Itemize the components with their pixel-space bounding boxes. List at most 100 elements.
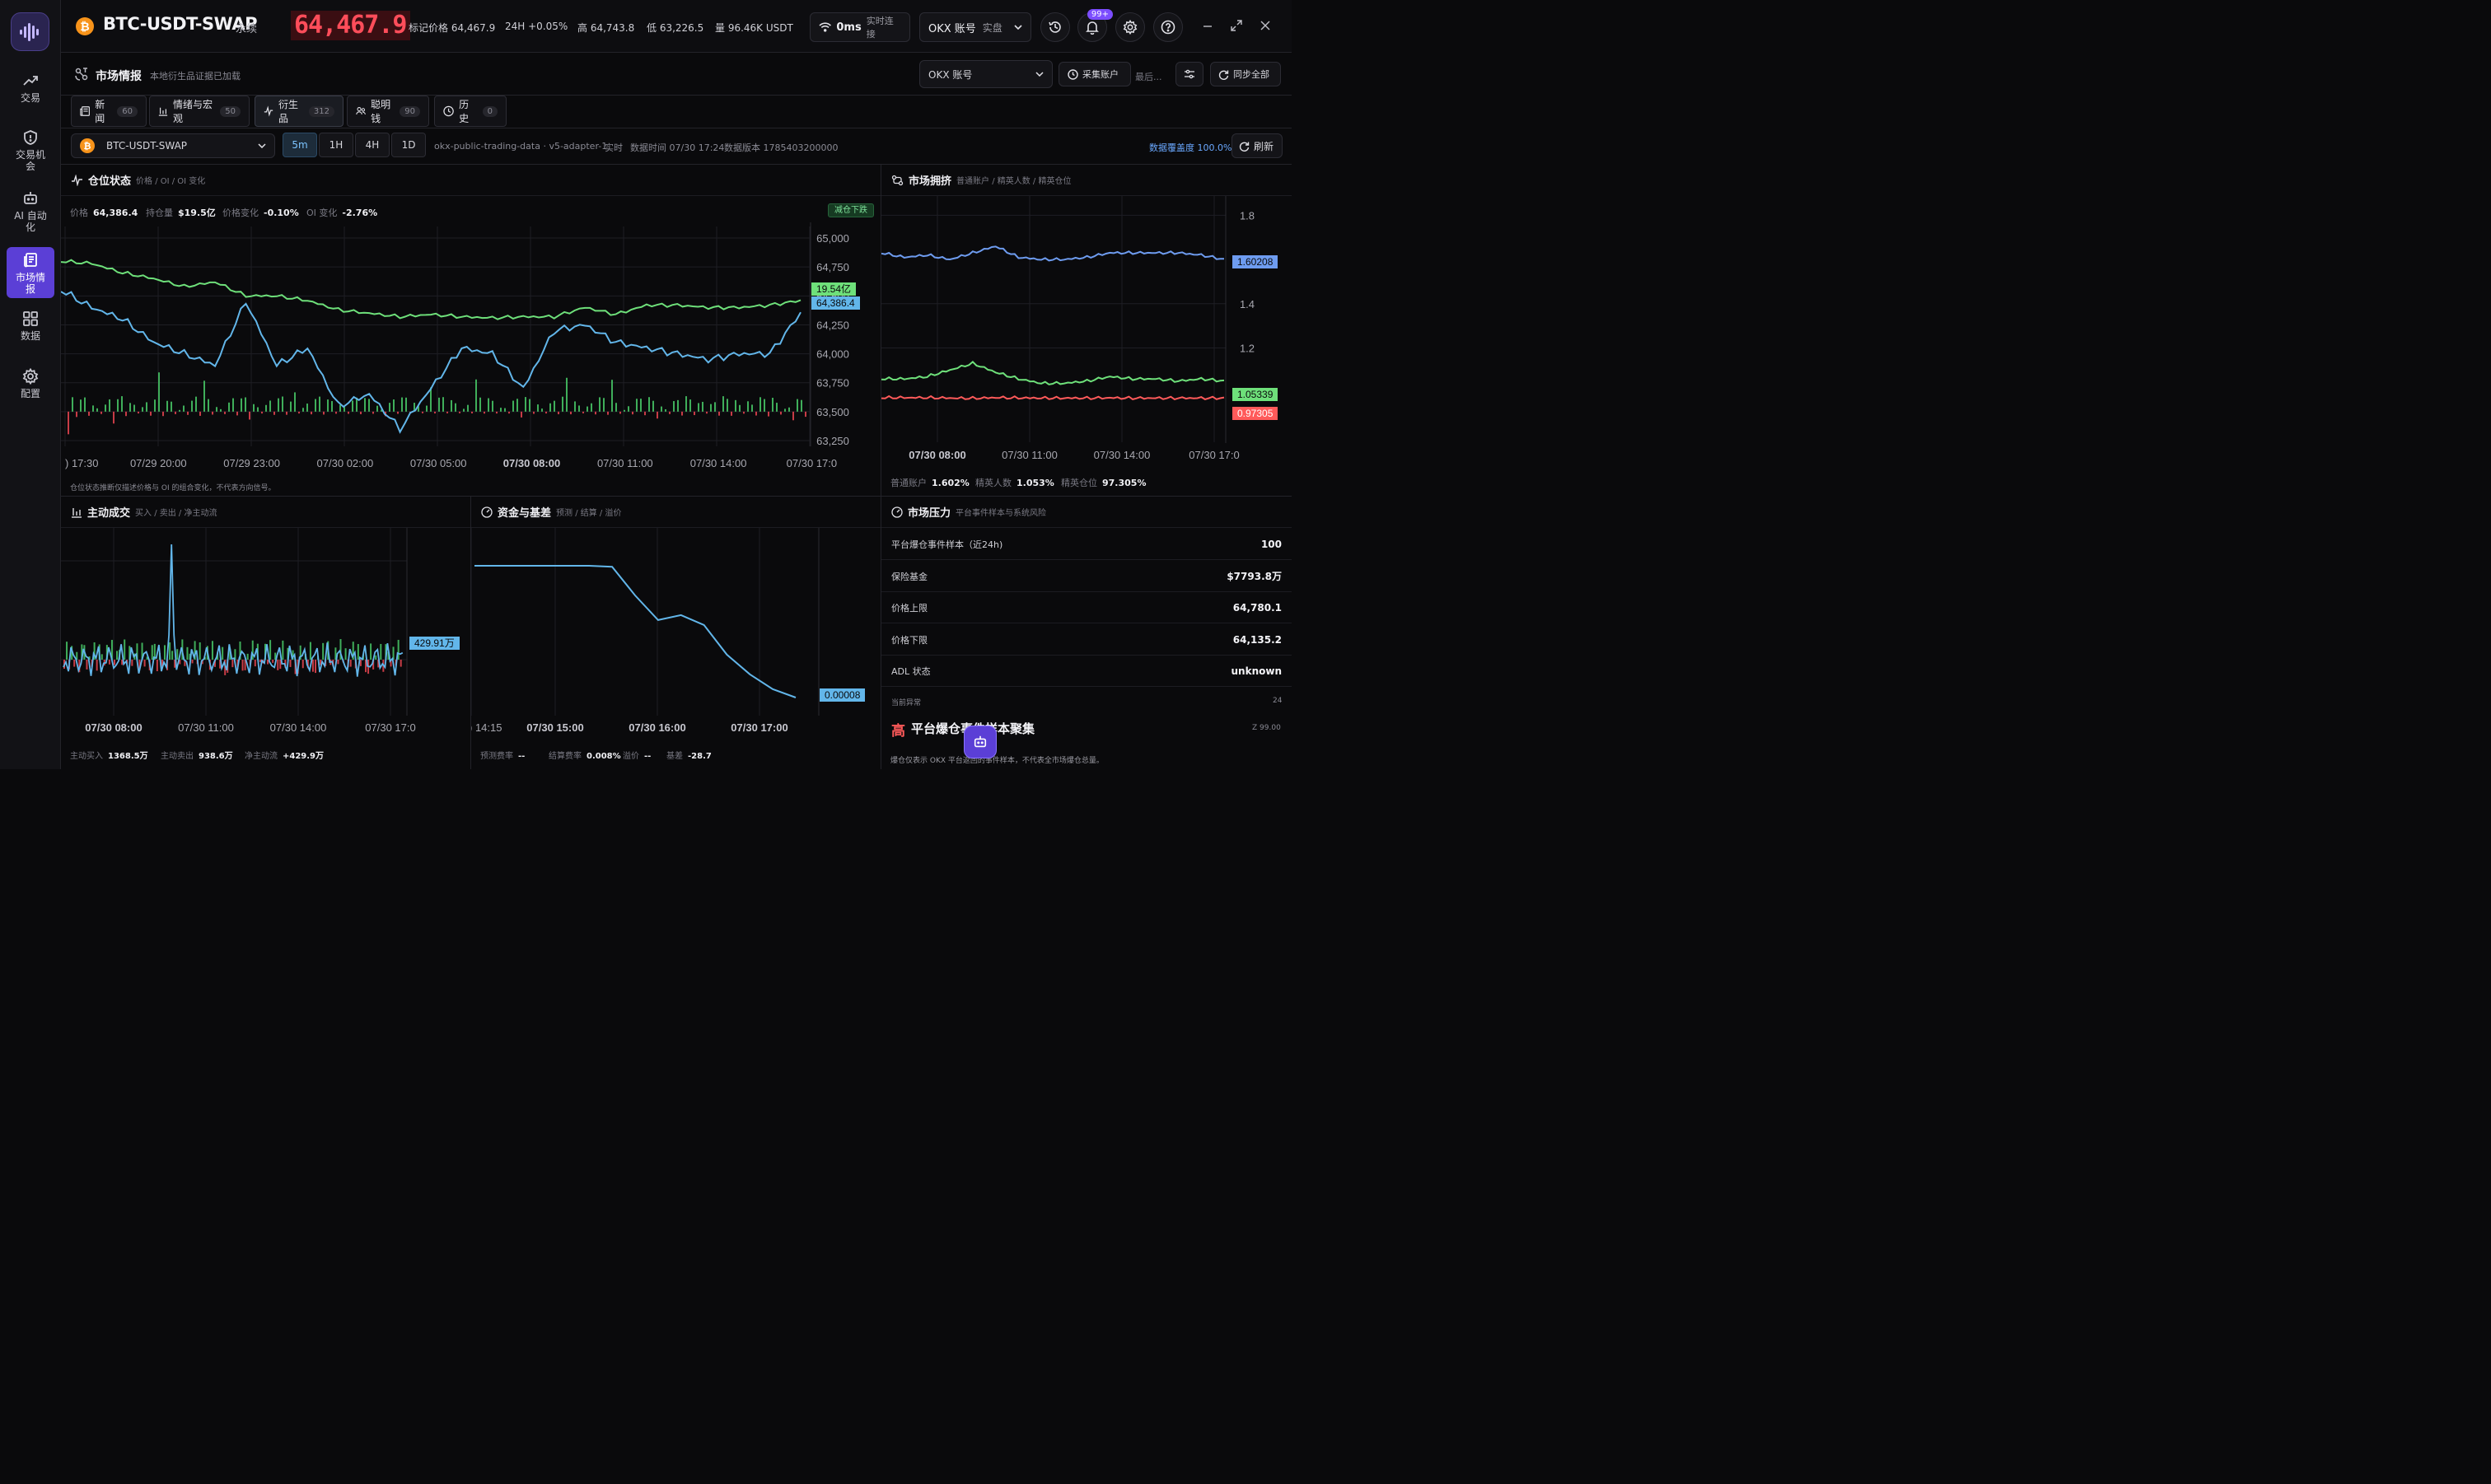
volume-bar [521,411,522,418]
volume-bar [397,411,399,414]
symbol-select-label: BTC-USDT-SWAP [106,140,188,152]
volume-bar [105,404,106,412]
y-tick-label: 64,750 [816,261,849,273]
volume-bar [364,398,366,412]
tab-history[interactable]: 历史 0 [434,96,507,127]
sidebar-item-trade[interactable]: 交易 [7,72,54,104]
x-tick-label: 07/30 14:00 [1094,449,1151,461]
volume-bar [265,404,267,412]
sidebar-label: 交易机会 [15,149,45,172]
volume-bar [533,411,535,414]
net-flow-tag: 429.91万 [409,637,460,650]
tab-label: 新闻 [95,99,105,124]
tab-smart-money[interactable]: 聪明钱 90 [347,96,429,127]
flow-bar [176,649,179,660]
sidebar-item-config[interactable]: 配置 [7,368,54,399]
symbol-title[interactable]: BTC-USDT-SWAP [103,14,258,34]
volume-bar [488,398,489,412]
panel-subtitle: 预测 / 结算 / 溢价 [556,509,622,518]
minimize-icon[interactable] [1203,20,1213,31]
notification-badge: 99+ [1087,9,1113,20]
flow-bar [241,660,244,671]
volume-bar [261,411,263,414]
history-button[interactable] [1040,12,1070,42]
flow-bar [164,645,166,660]
panel-title: 市场拥挤 [909,175,952,188]
help-button[interactable] [1153,12,1183,42]
kv-key: 价格 [70,208,88,218]
flow-bar [116,651,119,660]
volume-bar [463,408,465,412]
flow-bar [211,641,213,660]
tab-derivatives[interactable]: 衍生品 312 [255,96,344,127]
page-subtitle: 本地衍生品证据已加载 [150,71,241,82]
flow-bar [337,660,339,665]
volume-bar [323,411,325,415]
volume-bar [587,406,588,412]
panel-title: 仓位状态 [88,175,132,188]
sidebar-label: AI 自动化 [14,210,47,233]
sliders-icon [1185,69,1194,79]
timeframe-1h[interactable]: 1H [319,133,353,157]
tab-news[interactable]: 新闻 60 [71,96,147,127]
volume-bar [805,411,806,418]
assistant-button[interactable] [964,726,997,758]
volume-bar [541,408,543,412]
y-tick-label: 1.4 [1240,298,1255,310]
sidebar-label: 配置 [20,388,40,399]
sidebar-item-data[interactable]: 数据 [7,310,54,342]
settings-button[interactable] [1115,12,1145,42]
row-value: 64,135.2 [1232,633,1282,646]
kv-basis: 基差 -28.7 [666,749,712,761]
account-select[interactable]: OKX 账号 实盘 [919,12,1031,42]
basis-value-tag: 0.00008 [820,688,866,702]
news-icon [80,106,90,116]
flow-bar [171,651,174,660]
symbol-select[interactable]: ₿ BTC-USDT-SWAP [71,133,275,158]
sidebar-item-opportunity[interactable]: 交易机会 [7,129,54,172]
connection-status[interactable]: 0ms 实时连接 [810,12,910,42]
sidebar-item-market-intel[interactable]: 市场情报 [7,247,54,298]
volume-bar [249,411,250,420]
volume-bar [133,404,135,412]
kv-value: 1368.5万 [108,752,148,761]
tab-label: 历史 [459,99,470,124]
maximize-icon[interactable] [1231,20,1242,31]
close-icon[interactable] [1260,20,1270,31]
kv-key: 精英仓位 [1061,478,1097,488]
sync-all-button[interactable]: 同步全部 [1210,62,1281,86]
account-dropdown[interactable]: OKX 账号 [919,60,1053,88]
price-value-tag: 64,386.4 [811,296,860,310]
gauge-icon [891,506,903,518]
volume-bar [685,396,687,412]
volume-bar [644,411,646,416]
latency-value: 0ms [836,21,862,34]
retail-value-tag: 1.60208 [1232,255,1278,268]
anomaly-label: 当前异常 [891,699,922,707]
volume-bar [121,396,123,412]
panel-subtitle: 价格 / OI / OI 变化 [136,177,206,186]
timeframe-1d[interactable]: 1D [391,133,426,157]
filter-button[interactable] [1175,62,1203,86]
retail-line [881,245,1224,262]
sidebar-item-ai[interactable]: AI 自动化 [7,190,54,233]
volume-bar [665,408,666,412]
pressure-note: 爆仓仅表示 OKX 平台返回的事件样本，不代表全市场爆仓总量。 [890,757,1104,765]
row-key: ADL 状态 [891,665,931,677]
volume-bar [768,411,769,417]
pressure-row: 保险基金 $7793.8万 [881,561,1292,592]
kv-value: -2.76% [342,208,378,218]
timeframe-5m[interactable]: 5m [283,133,317,157]
volume-bar [801,399,802,412]
clock-icon [443,105,454,117]
collect-account-button[interactable]: 采集账户 [1059,62,1131,86]
tab-sentiment-macro[interactable]: 情绪与宏观 50 [149,96,250,127]
app-logo[interactable] [11,12,49,51]
x-tick-label: 07/30 17:0 [787,457,837,469]
notifications-button[interactable]: 99+ [1077,9,1113,42]
volume-bar [467,404,469,412]
refresh-button[interactable]: 刷新 [1231,133,1283,158]
volume-bar [286,411,287,415]
panel-subtitle: 买入 / 卖出 / 净主动流 [135,509,217,518]
timeframe-4h[interactable]: 4H [355,133,390,157]
